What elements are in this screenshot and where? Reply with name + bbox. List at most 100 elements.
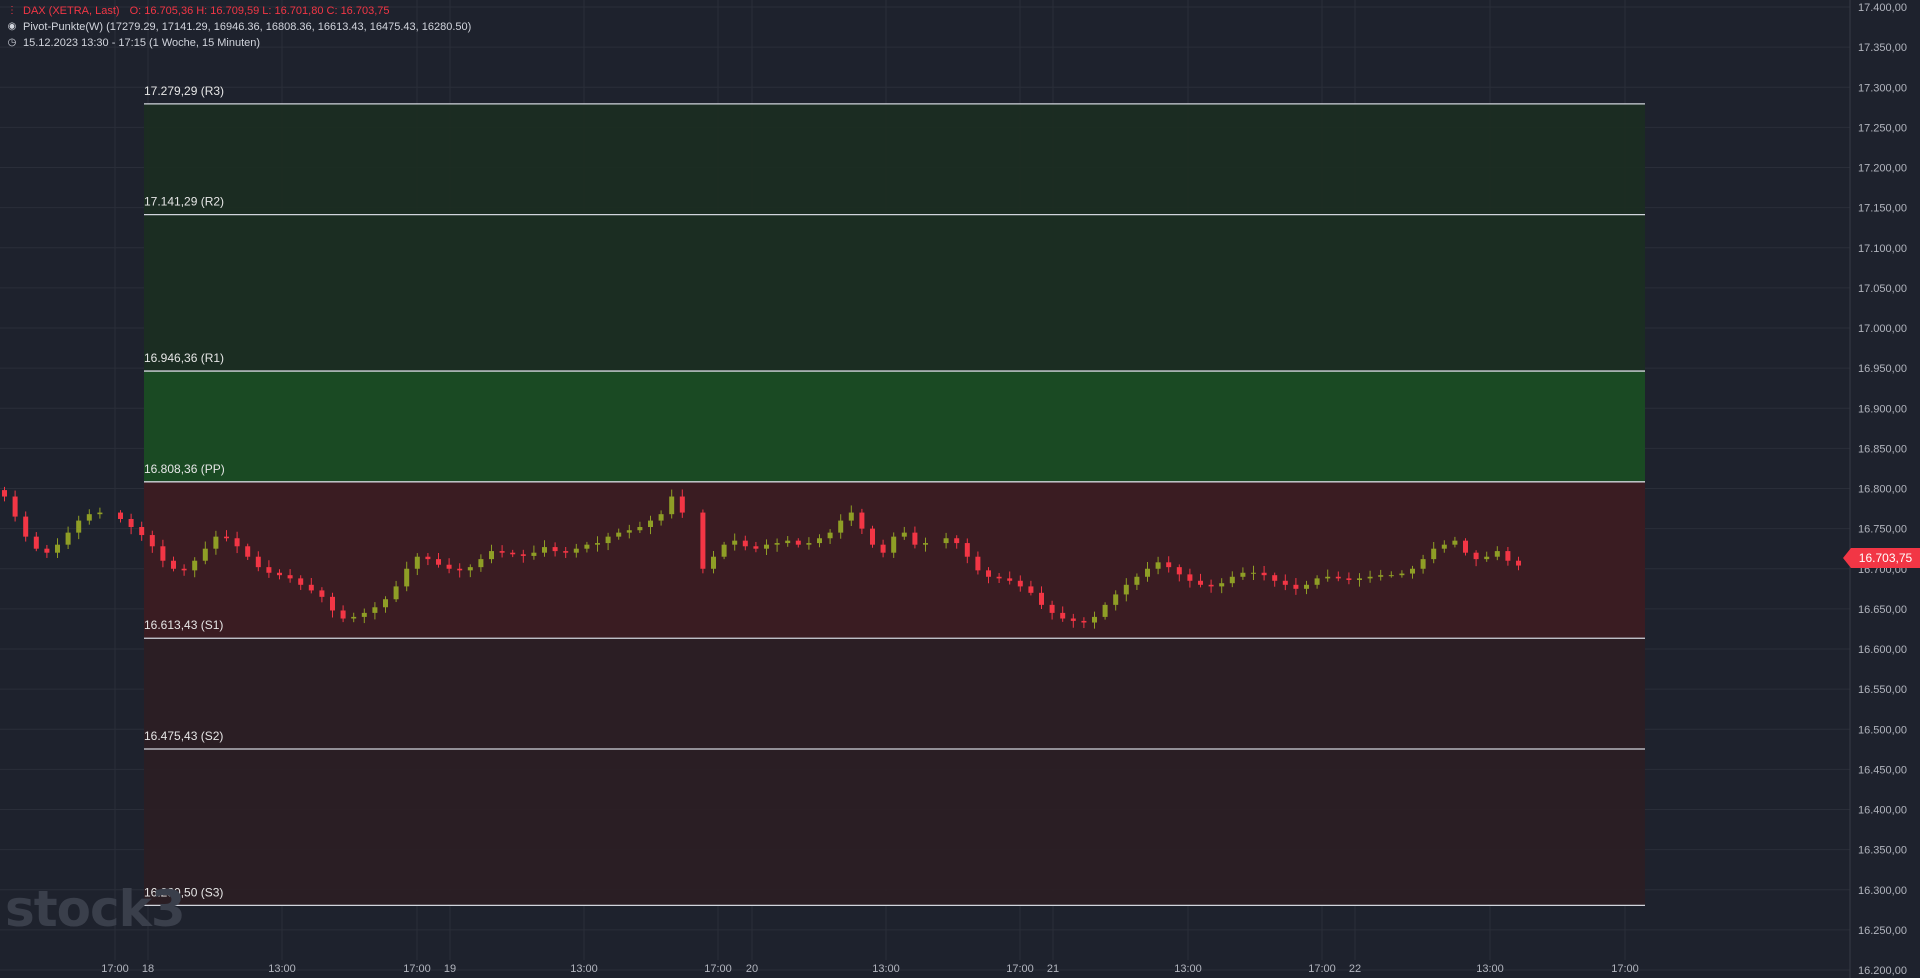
symbol-legend[interactable]: ⋮ DAX (XETRA, Last) O: 16.705,36 H: 16.7… [7, 5, 390, 17]
candle-body [351, 616, 357, 619]
candle-body [721, 544, 727, 557]
price-tick-label: 16.350,00 [1858, 845, 1907, 857]
candle-body [711, 556, 716, 569]
candle-body [542, 547, 547, 553]
candle-body [880, 544, 886, 553]
candle-body [234, 538, 240, 547]
candle-body [499, 551, 505, 553]
price-tick-label: 16.850,00 [1858, 443, 1907, 455]
visibility-icon[interactable]: ◉ [7, 22, 17, 32]
candle-body [55, 544, 60, 553]
candle-body [964, 543, 970, 557]
time-tick-label: 13:00 [872, 963, 900, 975]
candle-body [372, 607, 378, 613]
time-tick-label: 17:00 [1308, 963, 1336, 975]
candle-body [118, 512, 123, 519]
candle-body [870, 528, 875, 545]
candle-body [181, 568, 187, 571]
candle-body [266, 567, 272, 573]
candle-body [1081, 620, 1087, 623]
candle-body [1399, 573, 1405, 576]
time-tick-label: 17:00 [101, 963, 129, 975]
time-tick-label: 13:00 [268, 963, 296, 975]
candle-body [1304, 584, 1309, 589]
candle-body [1367, 576, 1373, 579]
candle-body [1028, 586, 1034, 593]
candle-body [160, 546, 166, 561]
candle-body [732, 540, 738, 545]
candle-body [1431, 548, 1437, 560]
price-chart[interactable]: 17.279,29 (R3) 17.141,29 (R2) 16.946,36 (R… [0, 0, 1920, 978]
candle-body [912, 532, 918, 545]
candle-body [1017, 580, 1023, 587]
time-tick-label: 13:00 [570, 963, 598, 975]
candle-body [171, 560, 176, 569]
pivot-label-pp: 16.808,36 (PP) [144, 462, 225, 476]
candle-body [1176, 567, 1182, 575]
candle-body [1325, 576, 1331, 579]
price-tick-label: 17.000,00 [1858, 323, 1907, 335]
candle-body [1123, 584, 1129, 595]
time-axis[interactable]: 17:00 18 13:00 17:00 19 13:00 17:00 20 13:00 17:0… [101, 963, 1639, 975]
time-tick-label: 17:00 [403, 963, 431, 975]
pivot-zone-r3-r2 [144, 103, 1645, 215]
candle-body [605, 536, 611, 544]
candle-body [1251, 572, 1256, 574]
candle-body [128, 518, 134, 528]
range-legend: ◷ 15.12.2023 13:30 - 17:15 (1 Woche, 15 … [7, 37, 260, 49]
candle-body [298, 578, 304, 585]
candle-body [1208, 584, 1214, 587]
candle-body [1166, 562, 1172, 568]
candle-body [277, 572, 282, 576]
candle-body [1155, 562, 1161, 569]
price-tick-label: 17.250,00 [1858, 122, 1907, 134]
indicator-legend[interactable]: ◉ Pivot-Punkte(W) (17279.29, 17141.29, 1… [7, 21, 472, 33]
candle-body [1240, 572, 1246, 577]
candle-body [510, 552, 516, 555]
time-tick-label: 17:00 [1006, 963, 1034, 975]
candle-body [65, 532, 71, 545]
time-tick-label: 19 [444, 963, 456, 975]
price-tick-label: 16.800,00 [1858, 484, 1907, 496]
price-tick-label: 17.400,00 [1858, 2, 1907, 14]
candle-body [1378, 575, 1384, 577]
price-tick-label: 16.950,00 [1858, 363, 1907, 375]
chart-stage[interactable]: 17.279,29 (R3) 17.141,29 (R2) 16.946,36 (R… [0, 0, 1920, 978]
candle-body [478, 559, 484, 568]
pivot-label-r1: 16.946,36 (R1) [144, 351, 224, 365]
candle-body [97, 512, 103, 515]
candle-body [1039, 592, 1044, 605]
candle-body [12, 496, 18, 517]
price-tick-label: 17.300,00 [1858, 82, 1907, 94]
candle-body [838, 520, 844, 533]
price-tick-label: 17.350,00 [1858, 42, 1907, 54]
candle-body [1463, 540, 1468, 553]
candle-body [1219, 583, 1225, 587]
candle-body [1198, 580, 1203, 585]
price-tick-label: 16.600,00 [1858, 644, 1907, 656]
candle-body [1494, 551, 1500, 557]
symbol-name: DAX (XETRA, Last) [23, 5, 120, 17]
candle-body [383, 599, 388, 608]
candle-body [86, 514, 92, 521]
price-tick-label: 17.050,00 [1858, 283, 1907, 295]
last-price-badge: 16.703,75 [1843, 548, 1920, 568]
candle-body [923, 543, 928, 545]
candle-body [901, 532, 907, 537]
candle-body [1049, 604, 1055, 613]
price-axis[interactable]: 16.200,00 16.250,00 16.300,00 16.350,00 16.4… [1849, 0, 1920, 978]
candle-body [996, 576, 1002, 579]
pivot-label-r3: 17.279,29 (R3) [144, 84, 224, 98]
pivot-label-r2: 17.141,29 (R2) [144, 195, 224, 209]
candle-body [1134, 576, 1140, 585]
candle-body [616, 532, 622, 537]
candle-body [436, 559, 441, 565]
candle-body [1282, 580, 1288, 585]
candle-body [891, 536, 897, 553]
candle-body [785, 540, 791, 544]
candle-body [1441, 544, 1447, 549]
candle-body [2, 490, 7, 497]
time-tick-label: 21 [1047, 963, 1059, 975]
range-text: 15.12.2023 13:30 - 17:15 (1 Woche, 15 Mi… [23, 37, 261, 49]
candle-body [467, 567, 473, 571]
